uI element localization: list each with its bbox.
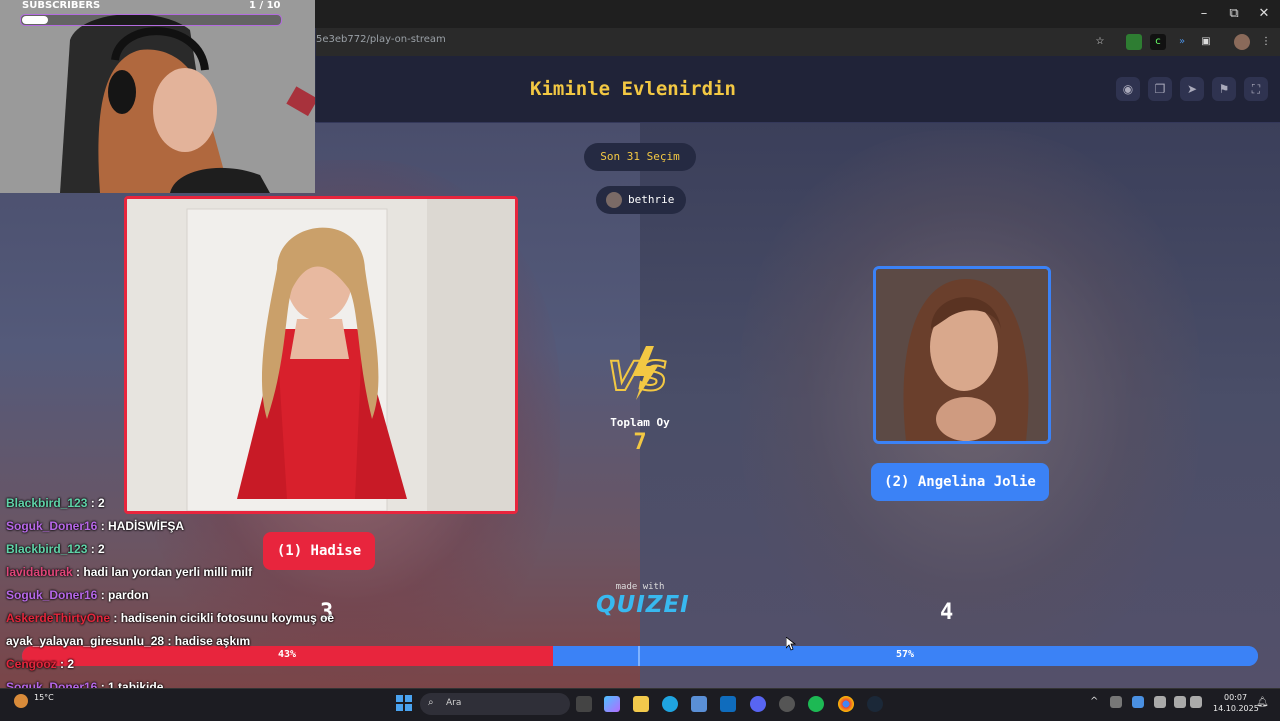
made-with-label: made with (615, 582, 665, 592)
subscribers-progress-fill (22, 16, 48, 24)
chat-username: Cengooz (6, 657, 57, 671)
vs-lightning-icon: VS (607, 346, 669, 401)
chat-text: : hadise aşkım (164, 634, 251, 648)
chat-text: : hadisenin cicikli fotosunu koymuş oe (110, 611, 335, 625)
bookmark-star-icon[interactable]: ☆ (1092, 34, 1108, 50)
chat-text: : pardon (97, 588, 149, 602)
clock-time[interactable]: 00:07 (1224, 693, 1247, 702)
page-title: Kiminle Evlenirdin (530, 78, 736, 100)
user-avatar (606, 192, 622, 208)
left-vote-percent: 43% (278, 649, 297, 660)
option-left-image[interactable] (124, 196, 518, 514)
flag-icon[interactable]: ⚑ (1212, 77, 1236, 101)
option-right-image[interactable] (873, 266, 1051, 444)
search-icon: ⌕ (428, 697, 434, 708)
taskbar-search[interactable] (420, 693, 570, 715)
hadise-photo (127, 199, 515, 511)
chat-message: lavidaburak : hadi lan yordan yerli mill… (6, 565, 252, 579)
angelina-jolie-photo (876, 269, 1048, 441)
subscribers-count: 1 / 10 (249, 0, 281, 11)
minimize-icon[interactable]: – (1194, 5, 1214, 23)
right-vote-percent: 57% (896, 649, 915, 660)
clock-date[interactable]: 14.10.2025 (1213, 704, 1259, 713)
chat-message: Blackbird_123 : 2 (6, 542, 105, 556)
app-icon[interactable] (779, 696, 795, 712)
edge-icon[interactable] (662, 696, 678, 712)
option-right-button[interactable]: (2) Angelina Jolie (871, 463, 1049, 501)
total-votes-label: Toplam Oy (610, 416, 670, 429)
chat-message: Cengooz : 2 (6, 657, 74, 671)
send-icon[interactable]: ➤ (1180, 77, 1204, 101)
file-explorer-icon[interactable] (633, 696, 649, 712)
chat-message: Soguk_Doner16 : pardon (6, 588, 149, 602)
steam-icon[interactable] (867, 696, 883, 712)
onedrive-icon[interactable] (1132, 696, 1144, 708)
extension-wave-icon[interactable]: » (1174, 34, 1190, 50)
chat-username: AskerdeThirtyOne (6, 611, 111, 625)
eye-icon[interactable]: ◉ (1116, 77, 1140, 101)
vote-progress-bar: 43% 57% (22, 646, 1258, 666)
spotify-icon[interactable] (808, 696, 824, 712)
extension-icon[interactable] (1126, 34, 1142, 50)
subscribers-label: SUBSCRIBERS (22, 0, 101, 11)
outlook-icon[interactable] (720, 696, 736, 712)
chat-username: Soguk_Doner16 (6, 588, 98, 602)
microphone-icon[interactable] (1154, 696, 1166, 708)
store-icon[interactable] (691, 696, 707, 712)
notification-bell-icon[interactable]: 🔔︎ (1256, 697, 1269, 708)
chat-text: : hadi lan yordan yerli milli milf (72, 565, 253, 579)
chat-username: lavidaburak (6, 565, 73, 579)
windows-start-icon[interactable] (396, 695, 412, 711)
tray-chevron-icon[interactable]: ^ (1090, 696, 1098, 707)
quizei-logo[interactable]: QUIZEI (596, 592, 689, 618)
chat-message: Blackbird_123 : 2 (6, 496, 105, 510)
subscribers-progress-bar (20, 14, 282, 26)
chat-text: : 2 (87, 496, 105, 510)
left-vote-fill: 43% (22, 646, 553, 666)
chat-message: Soguk_Doner16 : HADİSWİFŞA (6, 519, 184, 533)
total-votes-value: 7 (633, 430, 647, 455)
chat-message: AskerdeThirtyOne : hadisenin cicikli fot… (6, 611, 334, 625)
volume-icon[interactable] (1190, 696, 1202, 708)
streamer-cam (0, 0, 315, 193)
maximize-icon[interactable]: ⧉ (1224, 5, 1244, 23)
discord-icon[interactable] (750, 696, 766, 712)
chat-text: : 2 (56, 657, 75, 671)
fullscreen-icon[interactable]: ⛶ (1244, 77, 1268, 101)
url-text[interactable]: 5e3eb772/play-on-stream (316, 34, 446, 45)
bar-center-divider (638, 646, 640, 666)
chat-username: Blackbird_123 (6, 542, 88, 556)
puzzle-icon[interactable]: ▣ (1198, 34, 1214, 50)
mouse-cursor-icon (786, 637, 796, 651)
close-icon[interactable]: ✕ (1254, 5, 1274, 23)
network-icon[interactable] (1174, 696, 1186, 708)
option-left-button[interactable]: (1) Hadise (263, 532, 375, 570)
weather-icon[interactable] (14, 694, 28, 708)
svg-text:VS: VS (608, 354, 668, 400)
extension-c-icon[interactable]: c (1150, 34, 1166, 50)
recent-choices-pill[interactable]: Son 31 Seçim (584, 143, 696, 171)
webcam-feed (0, 0, 315, 193)
copilot-icon[interactable] (604, 696, 620, 712)
task-view-icon[interactable] (576, 696, 592, 712)
chat-text: : HADİSWİFŞA (97, 519, 185, 533)
taskbar-search-text[interactable]: Ara (446, 698, 461, 708)
tray-app-icon[interactable] (1110, 696, 1122, 708)
chrome-icon[interactable] (838, 696, 854, 712)
chat-username: Blackbird_123 (6, 496, 88, 510)
right-vote-count: 4 (940, 600, 954, 625)
chat-message: ayak_yalayan_giresunlu_28 : hadise aşkım (6, 634, 250, 648)
menu-dots-icon[interactable]: ⋮ (1258, 34, 1274, 50)
weather-temp[interactable]: 15°C (34, 693, 54, 702)
right-vote-fill: 57% (553, 646, 1258, 666)
chat-username: ayak_yalayan_giresunlu_28 (6, 634, 165, 648)
chat-username: Soguk_Doner16 (6, 519, 98, 533)
user-name: bethrie (628, 193, 675, 206)
chat-text: : 2 (87, 542, 105, 556)
profile-avatar[interactable] (1234, 34, 1250, 50)
copy-icon[interactable]: ❐ (1148, 77, 1172, 101)
